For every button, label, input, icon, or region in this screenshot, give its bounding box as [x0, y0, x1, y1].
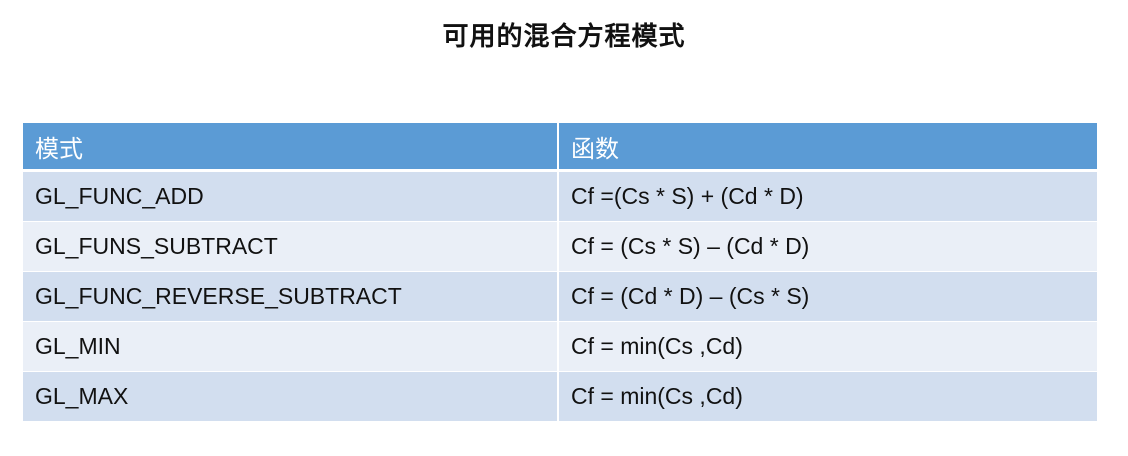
- mode-cell: GL_FUNC_REVERSE_SUBTRACT: [23, 271, 558, 322]
- table-row: GL_FUNC_REVERSE_SUBTRACT Cf = (Cd * D) –…: [23, 271, 1097, 322]
- mode-cell: GL_FUNS_SUBTRACT: [23, 221, 558, 272]
- function-cell: Cf = min(Cs ,Cd): [557, 321, 1097, 372]
- function-cell: Cf = (Cd * D) – (Cs * S): [557, 271, 1097, 322]
- function-cell: Cf =(Cs * S) + (Cd * D): [557, 170, 1097, 222]
- function-cell: Cf = min(Cs ,Cd): [557, 371, 1097, 422]
- blend-equation-table: 模式 函数 GL_FUNC_ADD Cf =(Cs * S) + (Cd * D…: [23, 123, 1097, 422]
- table-header-row: 模式 函数: [23, 123, 1097, 172]
- page-title: 可用的混合方程模式: [442, 22, 686, 52]
- mode-cell: GL_FUNC_ADD: [23, 170, 558, 222]
- table-row: GL_MIN Cf = min(Cs ,Cd): [23, 321, 1097, 372]
- column-header-function: 函数: [557, 123, 1097, 172]
- table-row: GL_FUNC_ADD Cf =(Cs * S) + (Cd * D): [23, 170, 1097, 222]
- column-header-mode: 模式: [23, 123, 558, 172]
- mode-cell: GL_MAX: [23, 371, 558, 422]
- function-cell: Cf = (Cs * S) – (Cd * D): [557, 221, 1097, 272]
- mode-cell: GL_MIN: [23, 321, 558, 372]
- table-row: GL_FUNS_SUBTRACT Cf = (Cs * S) – (Cd * D…: [23, 221, 1097, 272]
- table-row: GL_MAX Cf = min(Cs ,Cd): [23, 371, 1097, 422]
